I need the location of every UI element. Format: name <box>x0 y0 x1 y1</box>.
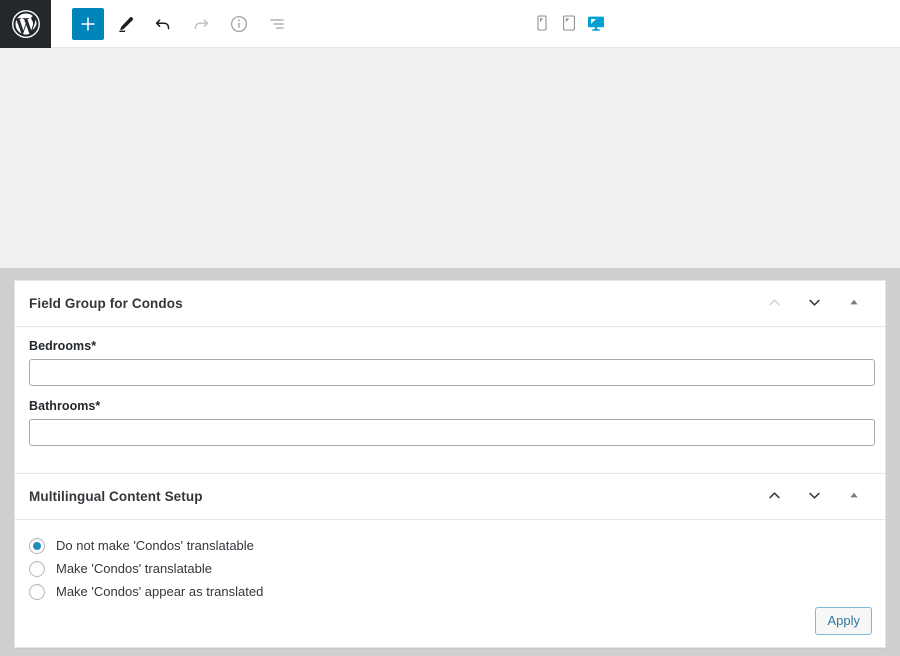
translation-options-group: Do not make 'Condos' translatable Make '… <box>15 520 885 603</box>
preview-tablet-button[interactable] <box>558 9 580 39</box>
radio-indicator <box>29 537 45 554</box>
multilingual-controls <box>763 486 873 508</box>
radio-option-translatable[interactable]: Make 'Condos' translatable <box>29 557 871 580</box>
undo-arrow-icon <box>153 14 173 34</box>
radio-option-do-not-translate[interactable]: Do not make 'Condos' translatable <box>29 534 871 557</box>
add-block-button[interactable] <box>72 7 104 40</box>
radio-label: Make 'Condos' appear as translated <box>56 584 264 599</box>
bathrooms-field-block: Bathrooms* <box>29 399 875 446</box>
toggle-panel-button[interactable] <box>843 293 865 315</box>
radio-label: Make 'Condos' translatable <box>56 561 212 576</box>
radio-indicator <box>29 583 45 600</box>
editor-root: Field Group for Condos Bedrooms* Bathroo… <box>0 0 900 656</box>
field-group-title: Field Group for Condos <box>29 296 183 311</box>
preview-mobile-button[interactable] <box>531 9 553 39</box>
field-group-body: Bedrooms* Bathrooms* <box>15 327 885 460</box>
desktop-device-icon <box>586 13 606 36</box>
panel-footer: Apply <box>815 607 872 635</box>
field-group-header[interactable]: Field Group for Condos <box>15 281 885 326</box>
metabox-area: Field Group for Condos Bedrooms* Bathroo… <box>0 268 900 656</box>
redo-button[interactable] <box>184 7 218 41</box>
radio-indicator <box>29 560 45 577</box>
bedrooms-field[interactable] <box>29 359 875 386</box>
redo-arrow-icon <box>191 14 211 34</box>
triangle-up-icon <box>848 489 860 504</box>
list-view-button[interactable] <box>260 7 294 41</box>
move-down-button[interactable] <box>803 293 825 315</box>
mobile-device-icon <box>535 13 549 36</box>
chevron-down-icon <box>806 487 823 507</box>
editor-canvas[interactable] <box>0 49 900 268</box>
bedrooms-field-block: Bedrooms* <box>29 339 875 386</box>
info-circle-icon <box>229 14 249 34</box>
tablet-device-icon <box>561 13 577 36</box>
chevron-up-icon <box>766 294 783 314</box>
wordpress-logo-button[interactable] <box>0 0 51 48</box>
field-group-controls <box>763 293 873 315</box>
radio-label: Do not make 'Condos' translatable <box>56 538 254 553</box>
tools-button[interactable] <box>108 7 142 41</box>
undo-button[interactable] <box>146 7 180 41</box>
bedrooms-label: Bedrooms* <box>29 339 97 353</box>
plus-icon <box>79 15 97 33</box>
details-button[interactable] <box>222 7 256 41</box>
chevron-down-icon <box>806 294 823 314</box>
wordpress-logo-icon <box>11 9 41 39</box>
multilingual-header[interactable]: Multilingual Content Setup <box>15 474 885 519</box>
move-up-button[interactable] <box>763 293 785 315</box>
triangle-up-icon <box>848 296 860 311</box>
editor-toolbar <box>0 0 900 48</box>
apply-button[interactable]: Apply <box>815 607 872 635</box>
toolbar-left-group <box>51 0 294 48</box>
preview-desktop-button[interactable] <box>585 9 607 39</box>
bathrooms-label: Bathrooms* <box>29 399 101 413</box>
pencil-icon <box>115 14 135 34</box>
move-down-button[interactable] <box>803 486 825 508</box>
toggle-panel-button[interactable] <box>843 486 865 508</box>
radio-option-appear-as-translated[interactable]: Make 'Condos' appear as translated <box>29 580 871 603</box>
device-preview-group <box>531 0 607 48</box>
chevron-up-icon <box>766 487 783 507</box>
multilingual-title: Multilingual Content Setup <box>29 489 203 504</box>
move-up-button[interactable] <box>763 486 785 508</box>
metabox-panel: Field Group for Condos Bedrooms* Bathroo… <box>14 280 886 648</box>
bathrooms-field[interactable] <box>29 419 875 446</box>
list-view-icon <box>267 14 287 34</box>
